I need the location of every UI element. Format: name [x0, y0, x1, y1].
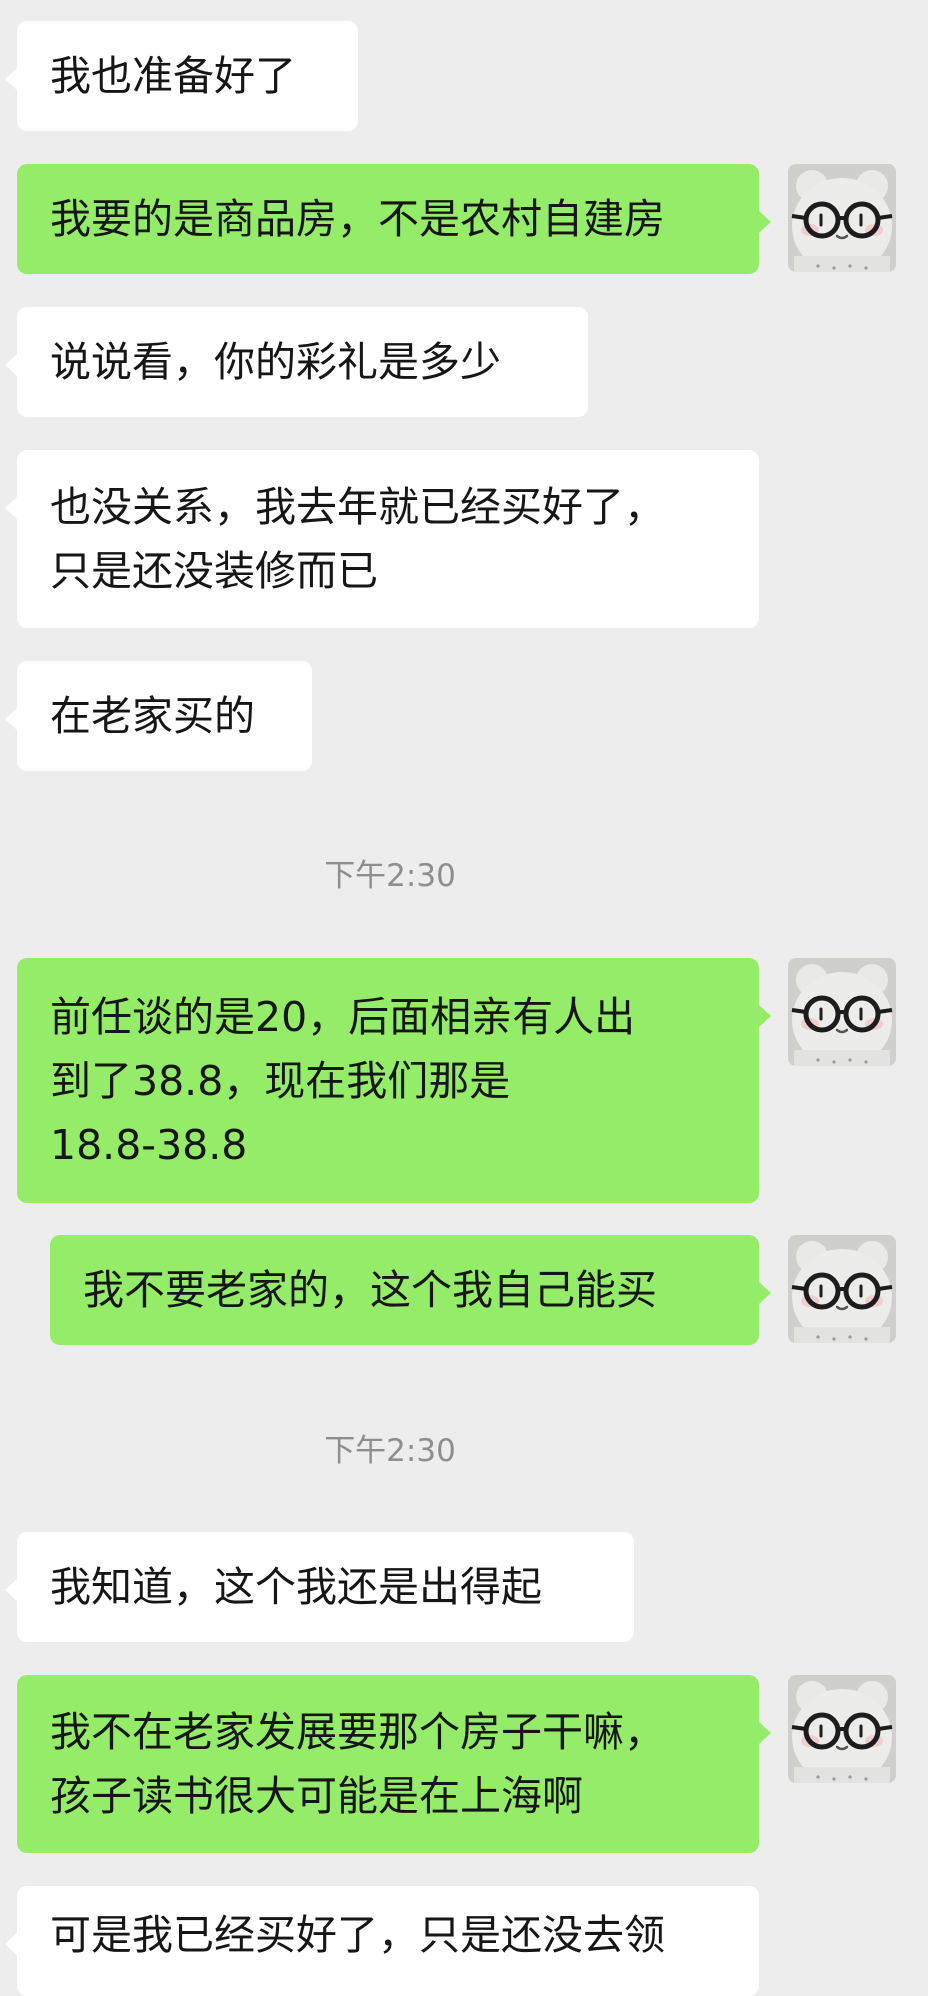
message-bubble-incoming[interactable]: 我也准备好了 — [5, 21, 358, 131]
avatar[interactable] — [788, 1675, 896, 1783]
message-bubble-incoming[interactable]: 在老家买的 — [5, 661, 312, 771]
message-text: 前任谈的是20，后面相亲有人出 — [50, 992, 636, 1041]
bear-with-glasses-avatar — [788, 958, 896, 1066]
message-text: 在老家买的 — [50, 692, 255, 740]
message-bubble-incoming[interactable]: 可是我已经买好了，只是还没去领 — [5, 1886, 759, 1996]
message-bubble-incoming[interactable]: 说说看，你的彩礼是多少 — [5, 307, 588, 417]
message-text: 孩子读书很大可能是在上海啊 — [50, 1772, 583, 1820]
message-text: 我也准备好了 — [50, 52, 296, 100]
message-text: 我要的是商品房，不是农村自建房 — [50, 195, 665, 243]
message-bubble-incoming[interactable]: 我知道，这个我还是出得起 — [5, 1532, 634, 1642]
message-text: 我不在老家发展要那个房子干嘛， — [50, 1708, 665, 1756]
message-bubble-outgoing[interactable]: 前任谈的是20，后面相亲有人出 到了38.8，现在我们那是 18.8-38.8 — [17, 958, 771, 1203]
avatar[interactable] — [788, 1235, 896, 1343]
message-text: 只是还没装修而已 — [50, 547, 378, 595]
bear-with-glasses-avatar — [788, 1235, 896, 1343]
timestamp: 下午2:30 — [324, 1433, 456, 1469]
message-text: 我不要老家的，这个我自己能买 — [83, 1266, 657, 1314]
message-text: 18.8-38.8 — [50, 1120, 248, 1169]
bear-with-glasses-avatar — [788, 1675, 896, 1783]
message-bubble-incoming[interactable]: 也没关系，我去年就已经买好了， 只是还没装修而已 — [5, 450, 759, 628]
avatar[interactable] — [788, 164, 896, 272]
message-text: 可是我已经买好了，只是还没去领 — [50, 1911, 665, 1959]
message-text: 我知道，这个我还是出得起 — [50, 1563, 542, 1611]
message-text: 说说看，你的彩礼是多少 — [50, 338, 501, 386]
message-bubble-outgoing[interactable]: 我不要老家的，这个我自己能买 — [50, 1235, 771, 1345]
message-bubble-outgoing[interactable]: 我不在老家发展要那个房子干嘛， 孩子读书很大可能是在上海啊 — [17, 1675, 771, 1853]
message-text: 到了38.8，现在我们那是 — [50, 1056, 511, 1105]
avatar[interactable] — [788, 958, 896, 1066]
message-text: 也没关系，我去年就已经买好了， — [50, 483, 665, 531]
bear-with-glasses-avatar — [788, 164, 896, 272]
timestamp: 下午2:30 — [324, 858, 456, 894]
message-bubble-outgoing[interactable]: 我要的是商品房，不是农村自建房 — [17, 164, 771, 274]
